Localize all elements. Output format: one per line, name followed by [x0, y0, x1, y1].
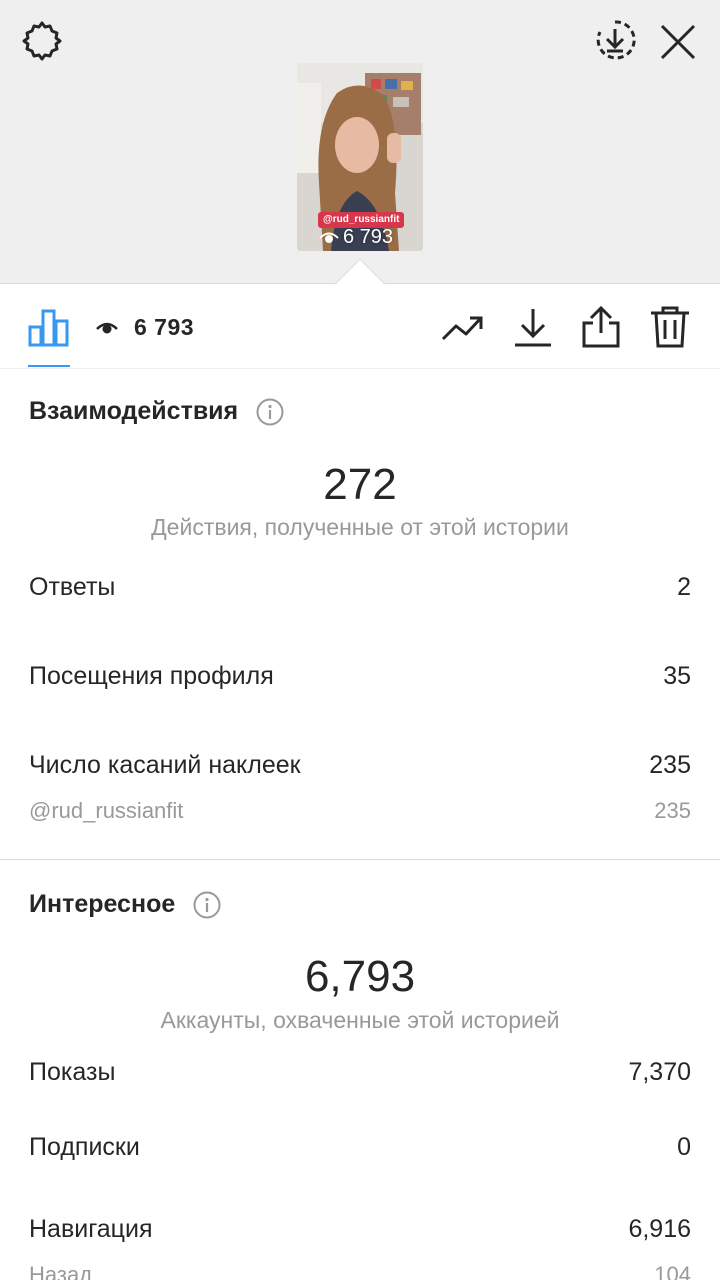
download-button[interactable] — [511, 305, 555, 349]
insights-toolbar: 6 793 — [0, 285, 720, 369]
trending-icon — [441, 316, 483, 341]
follows-label: Подписки — [29, 1133, 140, 1161]
story-view-count: 6 793 — [319, 225, 393, 249]
eye-icon — [319, 232, 339, 243]
tab-insights[interactable] — [28, 307, 70, 347]
interactions-title: Взаимодействия — [29, 397, 239, 425]
download-icon — [515, 309, 551, 347]
eye-icon — [96, 322, 118, 334]
section-divider — [0, 859, 720, 860]
replies-value: 2 — [677, 573, 691, 601]
profile-visits-value: 35 — [663, 662, 691, 690]
info-icon[interactable] — [193, 891, 221, 919]
navigation-value: 6,916 — [628, 1215, 691, 1243]
sticker-taps-label: Число касаний наклеек — [29, 751, 301, 779]
interactions-section-header: Взаимодействия — [29, 397, 284, 426]
active-tab-indicator — [28, 365, 70, 367]
interactions-total: 272 — [323, 460, 397, 509]
viewers-button[interactable]: 6 793 — [96, 311, 194, 343]
viewers-count: 6 793 — [134, 313, 195, 340]
navigation-label: Навигация — [29, 1215, 153, 1243]
trash-icon — [651, 306, 689, 348]
promote-button[interactable] — [441, 305, 485, 349]
bar-chart-icon — [28, 309, 69, 347]
save-download-circle-icon — [596, 20, 636, 60]
settings-icon — [22, 21, 62, 61]
story-preview-area: @rud_russianfit 6 793 — [0, 0, 720, 284]
back-label: Назад — [29, 1262, 93, 1280]
discovery-section-header: Интересное — [29, 890, 221, 919]
settings-button[interactable] — [20, 20, 64, 64]
reach-total: 6,793 — [304, 952, 416, 1001]
impressions-label: Показы — [29, 1058, 116, 1086]
reach-caption: Аккаунты, охваченные этой историей — [160, 1007, 560, 1033]
replies-label: Ответы — [29, 573, 116, 601]
share-button[interactable] — [579, 305, 623, 349]
discovery-title: Интересное — [29, 890, 176, 918]
sticker-taps-value: 235 — [649, 751, 691, 779]
sticker-mention-label[interactable]: @rud_russianfit — [29, 798, 183, 824]
save-button[interactable] — [593, 18, 637, 62]
sticker-mention-value: 235 — [654, 798, 691, 823]
delete-button[interactable] — [648, 305, 692, 349]
close-button[interactable] — [656, 20, 700, 64]
interactions-caption: Действия, полученные от этой истории — [151, 514, 569, 540]
follows-value: 0 — [677, 1133, 691, 1161]
impressions-value: 7,370 — [628, 1058, 691, 1086]
story-thumbnail[interactable]: @rud_russianfit 6 793 — [297, 63, 423, 251]
story-view-count-value: 6 793 — [343, 226, 394, 248]
close-icon — [660, 24, 696, 60]
profile-visits-label: Посещения профиля — [29, 662, 274, 690]
info-icon[interactable] — [256, 398, 284, 426]
back-value: 104 — [654, 1262, 691, 1280]
share-icon — [582, 305, 620, 348]
